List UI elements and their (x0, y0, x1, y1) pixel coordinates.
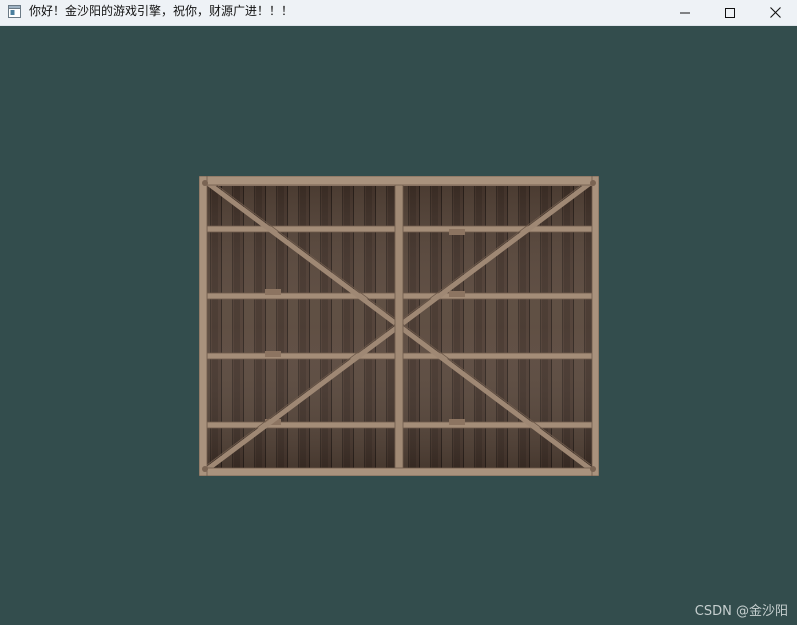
minimize-button[interactable] (662, 0, 708, 25)
app-icon (8, 5, 21, 18)
title-bar[interactable]: 你好！金沙阳的游戏引擎，祝你，财源广进！！！ (0, 0, 797, 26)
wooden-crate-texture (199, 176, 599, 476)
watermark: CSDN @金沙阳 (694, 604, 788, 619)
app-window: 你好！金沙阳的游戏引擎，祝你，财源广进！！！ CSDN @金沙阳 (0, 0, 797, 625)
close-icon (769, 7, 781, 18)
window-title: 你好！金沙阳的游戏引擎，祝你，财源广进！！！ (29, 4, 294, 18)
maximize-icon (725, 7, 735, 18)
maximize-button[interactable] (707, 0, 753, 25)
close-button[interactable] (752, 0, 797, 25)
minimize-icon (680, 12, 690, 13)
